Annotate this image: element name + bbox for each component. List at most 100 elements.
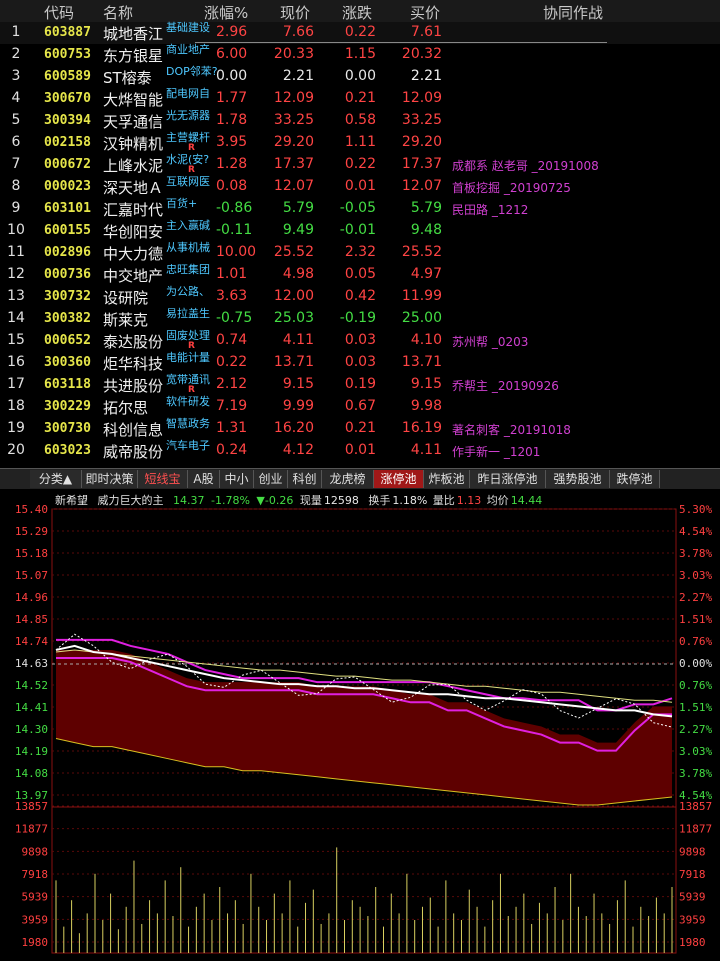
volume-tick-label: 1980 [22, 936, 49, 949]
header-code[interactable]: 代码 [44, 2, 74, 23]
header-price[interactable]: 现价 [280, 2, 310, 23]
table-row[interactable]: 15 000652 泰达股份 固废处理 R 0.74 4.11 0.03 4.10 苏州帮 _02… [0, 329, 720, 352]
stock-name: 拓尔思 [103, 399, 149, 417]
header-pct[interactable]: 涨幅% [204, 2, 248, 23]
chart-svg: 15.40 5.30% 15.29 4.54% 15.18 3.78% 15.07 3.03%… [15, 503, 712, 954]
bid-price: 2.21 [410, 68, 442, 84]
stock-code: 300732 [44, 289, 91, 304]
tab-5[interactable]: 创业 [254, 470, 288, 488]
current-price: 25.52 [273, 244, 314, 260]
coop-note: 苏州帮 _0203 [452, 335, 529, 349]
industry-tag: 主入赢碱 [166, 219, 210, 232]
industry-tag: 易拉盖生 [166, 307, 210, 320]
stock-code: 603023 [44, 443, 91, 458]
stock-code: 600155 [44, 223, 91, 238]
bid-price: 17.37 [401, 156, 442, 172]
header-name[interactable]: 名称 [103, 2, 133, 23]
table-row[interactable]: 17 603118 共进股份 宽带通讯 R 2.12 9.15 0.19 9.15 乔帮主 _20… [0, 373, 720, 396]
change-amount: -0.05 [339, 200, 376, 216]
stock-code: 600589 [44, 69, 91, 84]
table-row[interactable]: 20 603023 威帝股份 汽车电子 0.24 4.12 0.01 4.11 作手新一 _12… [0, 439, 720, 462]
row-index: 10 [7, 222, 25, 238]
bid-price: 9.98 [410, 398, 442, 414]
coop-note: 民田路 _1212 [452, 203, 529, 217]
change-amount: 0.21 [344, 420, 376, 436]
header-chg[interactable]: 涨跌 [342, 2, 372, 23]
change-amount: 2.32 [344, 244, 376, 260]
row-index: 12 [7, 266, 25, 282]
indicator-label: 威力巨大的主 [97, 494, 164, 507]
current-price: 12.07 [273, 178, 314, 194]
change-pct: 2.12 [216, 376, 248, 392]
stock-name: 斯莱克 [103, 311, 149, 329]
current-price: 20.33 [273, 46, 314, 62]
tab-4[interactable]: 中小 [220, 470, 254, 488]
tab-12[interactable]: 跌停池 [610, 470, 660, 488]
tab-7[interactable]: 龙虎榜 [322, 470, 374, 488]
price-tick-label: 14.85 [15, 613, 48, 626]
row-index: 16 [7, 354, 25, 370]
row-index: 3 [11, 68, 21, 84]
table-row[interactable]: 6 002158 汉钟精机 主营螺杆 R 3.95 29.20 1.11 29.20 [0, 131, 720, 154]
bid-price: 12.07 [401, 178, 442, 194]
stock-name: 炬华科技 [103, 355, 164, 373]
bid-price: 16.19 [401, 420, 442, 436]
industry-tag: 百货+ [166, 197, 198, 210]
table-row[interactable]: 13 300732 设研院 为公路、 3.63 12.00 0.42 11.99 [0, 285, 720, 308]
tab-11[interactable]: 强势股池 [546, 470, 610, 488]
volume-tick-label: 7918 [22, 868, 49, 881]
table-row[interactable]: 16 300360 炬华科技 电能计量 0.22 13.71 0.03 13.71 [0, 351, 720, 374]
price-tick-label: 14.63 [15, 657, 48, 670]
table-row[interactable]: 19 300730 科创信息 智慧政务 1.31 16.20 0.21 16.19 著名刺客 _… [0, 417, 720, 440]
industry-tag: 软件研发 [166, 395, 210, 408]
table-row[interactable]: 12 000736 中交地产 忠旺集团 1.01 4.98 0.05 4.97 [0, 263, 720, 286]
tab-3[interactable]: A股 [188, 470, 220, 488]
stock-name: 中交地产 [103, 267, 164, 285]
tab-10[interactable]: 昨日涨停池 [470, 470, 546, 488]
current-price: 12.00 [273, 288, 314, 304]
price-tick-label: 14.41 [15, 701, 48, 714]
volume-tick-label: 3959 [22, 913, 49, 926]
change-amount: 0.22 [344, 156, 376, 172]
industry-tag: 商业地产 [166, 43, 210, 56]
bid-price: 4.97 [410, 266, 442, 282]
table-row[interactable]: 8 000023 深天地Ａ 互联网医 0.08 12.07 0.01 12.07 首板挖掘 _2… [0, 175, 720, 198]
current-price: 5.79 [282, 200, 314, 216]
current-price: 9.99 [282, 398, 314, 414]
change-pct: 2.96 [216, 24, 248, 40]
table-row[interactable]: 1 603887 城地香江 基础建设 2.96 7.66 0.22 7.61 [0, 21, 720, 44]
change-amount: 0.05 [344, 266, 376, 282]
header-bid[interactable]: 买价 [410, 2, 440, 23]
pct-tick-label: 2.27% [679, 723, 712, 736]
tab-2[interactable]: 短线宝 [138, 470, 188, 488]
change-pct: -0.86 [216, 200, 253, 216]
stock-name: ST榕泰 [103, 69, 152, 87]
industry-tag: 光无源器 [166, 109, 210, 122]
table-row[interactable]: 3 600589 ST榕泰 DOP邻苯? 0.00 2.21 0.00 2.21 [0, 65, 720, 88]
tab-1[interactable]: 即时决策 [82, 470, 138, 488]
row-index: 20 [7, 442, 25, 458]
table-row[interactable]: 4 300670 大烨智能 配电网自 1.77 12.09 0.21 12.09 [0, 87, 720, 110]
table-row[interactable]: 9 603101 汇嘉时代 百货+ -0.86 5.79 -0.05 5.79 民田路 _121… [0, 197, 720, 220]
stock-code: 600753 [44, 47, 91, 62]
table-row[interactable]: 5 300394 天孚通信 光无源器 1.78 33.25 0.58 33.25 [0, 109, 720, 132]
tab-6[interactable]: 科创 [288, 470, 322, 488]
header-note[interactable]: 协同作战 [543, 2, 603, 23]
tab-8[interactable]: 涨停池 [374, 470, 424, 488]
table-row[interactable]: 14 300382 斯莱克 易拉盖生 -0.75 25.03 -0.19 25.00 [0, 307, 720, 330]
tab-0[interactable]: 分类▲ [30, 470, 82, 488]
tab-9[interactable]: 炸板池 [424, 470, 470, 488]
table-row[interactable]: 11 002896 中大力德 从事机械 10.00 25.52 2.32 25.52 [0, 241, 720, 264]
industry-tag: 为公路、 [166, 285, 210, 298]
table-row[interactable]: 18 300229 拓尔思 软件研发 7.19 9.99 0.67 9.98 [0, 395, 720, 418]
change-pct: 1.78 [216, 112, 248, 128]
bid-price: 25.52 [401, 244, 442, 260]
table-row[interactable]: 2 600753 东方银星 商业地产 6.00 20.33 1.15 20.32 [0, 43, 720, 66]
volume-tick-label-right: 13857 [679, 800, 712, 813]
pct-tick-label: 0.76% [679, 679, 712, 692]
industry-tag: 智慧政务 [166, 417, 210, 430]
table-row[interactable]: 7 000672 上峰水泥 水泥(安? R 1.28 17.37 0.22 17.37 成都系 赵… [0, 153, 720, 176]
table-row[interactable]: 10 600155 华创阳安 主入赢碱 -0.11 9.49 -0.01 9.48 [0, 219, 720, 242]
stock-code: 300360 [44, 355, 91, 370]
stock-code: 000736 [44, 267, 91, 282]
